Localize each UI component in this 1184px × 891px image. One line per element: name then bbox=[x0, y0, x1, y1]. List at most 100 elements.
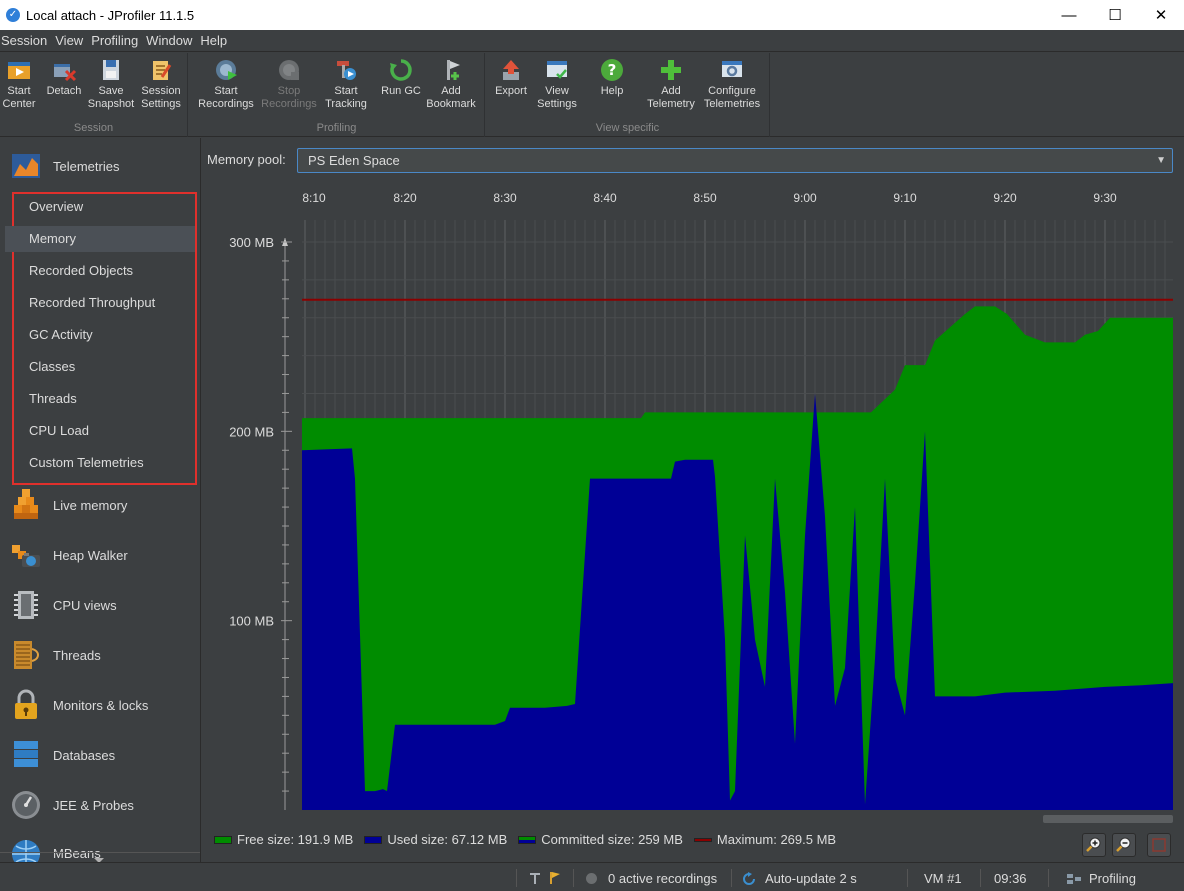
memory-telemetry-panel: Memory pool: PS Eden Space ▼ 100 MB 200 M… bbox=[202, 138, 1184, 862]
time-tick-label: 8:10 bbox=[302, 191, 326, 205]
monitors-locks-icon bbox=[15, 689, 37, 719]
subnav-overview[interactable]: Overview bbox=[16, 194, 195, 220]
session-settings-icon bbox=[153, 61, 172, 80]
telemetries-icon bbox=[12, 154, 40, 178]
subnav-custom-telemetries[interactable]: Custom Telemetries bbox=[16, 450, 195, 476]
group-label-view-specific: View specific bbox=[595, 122, 660, 134]
session-settings-button[interactable]: Session Settings bbox=[131, 55, 191, 111]
status-separator bbox=[573, 869, 574, 887]
status-separator bbox=[731, 869, 732, 887]
menu-help[interactable]: Help bbox=[198, 33, 233, 48]
cpu-views-icon bbox=[14, 591, 38, 619]
svg-text:?: ? bbox=[608, 61, 617, 79]
maximize-button[interactable]: ☐ bbox=[1092, 0, 1138, 30]
detach-icon bbox=[54, 64, 77, 82]
group-label-session: Session bbox=[73, 122, 114, 134]
heap-walker-icon bbox=[12, 545, 40, 567]
sidebar-item-threads[interactable]: Threads bbox=[0, 630, 200, 680]
time-tick-label: 8:20 bbox=[393, 191, 417, 205]
subnav-recorded-objects[interactable]: Recorded Objects bbox=[16, 258, 195, 284]
sidebar-item-heap-walker[interactable]: Heap Walker bbox=[0, 530, 200, 580]
sidebar-scroll-down[interactable] bbox=[0, 852, 200, 863]
legend-maximum: Maximum: 269.5 MB bbox=[693, 832, 836, 847]
clock-status: 09:36 bbox=[994, 871, 1027, 886]
stop-recordings-icon bbox=[279, 60, 299, 80]
help-button[interactable]: ? Help bbox=[582, 55, 642, 98]
title-bar: ✓ Local attach - JProfiler 11.1.5 — ☐ ✕ bbox=[0, 0, 1184, 30]
subnav-memory[interactable]: Memory bbox=[5, 226, 195, 252]
configure-telemetries-icon bbox=[722, 61, 742, 77]
add-bookmark-button[interactable]: Add Bookmark bbox=[421, 55, 481, 111]
legend-swatch-maximum bbox=[693, 837, 712, 842]
telemetries-subnav: Overview Memory Recorded Objects Recorde… bbox=[5, 192, 197, 485]
memory-chart[interactable]: 100 MB 200 MB 300 MB 8:10 8:20 8:30 8:40 8:50 9:… bbox=[202, 180, 1184, 830]
add-telemetry-button[interactable]: Add Telemetry bbox=[641, 55, 701, 111]
configure-telemetries-button[interactable]: Configure Telemetries bbox=[702, 55, 762, 111]
vm-status: VM #1 bbox=[924, 871, 962, 886]
start-tracking-icon bbox=[337, 61, 356, 80]
sidebar-item-jee-probes[interactable]: JEE & Probes bbox=[0, 780, 200, 830]
chart-legend: Free size: 191.9 MB Used size: 67.12 MB … bbox=[214, 832, 847, 847]
profiling-status: Profiling bbox=[1066, 871, 1136, 886]
start-tracking-button[interactable]: Start Tracking bbox=[316, 55, 376, 111]
stop-recordings-button[interactable]: Stop Recordings bbox=[259, 55, 319, 111]
menu-view[interactable]: View bbox=[53, 33, 89, 48]
time-tick-label: 8:40 bbox=[593, 191, 617, 205]
subnav-recorded-throughput[interactable]: Recorded Throughput bbox=[16, 290, 195, 316]
bookmark-tools[interactable] bbox=[528, 871, 562, 885]
subnav-gc-activity[interactable]: GC Activity bbox=[16, 322, 195, 348]
fit-zoom-icon bbox=[1152, 838, 1166, 852]
threads-icon bbox=[14, 641, 39, 669]
legend-swatch-used bbox=[364, 835, 383, 844]
subnav-threads[interactable]: Threads bbox=[16, 386, 195, 412]
sidebar-item-databases[interactable]: Databases bbox=[0, 730, 200, 780]
chart-horizontal-scrollbar[interactable] bbox=[1043, 815, 1173, 823]
view-settings-icon bbox=[547, 61, 567, 79]
subnav-cpu-load[interactable]: CPU Load bbox=[16, 418, 195, 444]
pin-flag-icon bbox=[530, 872, 560, 884]
recording-indicator-icon bbox=[586, 873, 597, 884]
start-recordings-icon bbox=[216, 60, 237, 80]
menu-session[interactable]: Session bbox=[0, 33, 53, 48]
toolbar: Start Center Detach Save Snapshot Sessio… bbox=[0, 53, 1184, 137]
zoom-out-button[interactable] bbox=[1112, 833, 1136, 857]
legend-free: Free size: 191.9 MB bbox=[214, 832, 353, 847]
sidebar-item-telemetries[interactable]: Telemetries bbox=[0, 141, 200, 191]
jee-probes-icon bbox=[12, 791, 40, 819]
start-center-icon bbox=[8, 62, 30, 79]
export-icon bbox=[503, 60, 519, 80]
sidebar-item-monitors-locks[interactable]: Monitors & locks bbox=[0, 680, 200, 730]
time-tick-label: 9:20 bbox=[993, 191, 1017, 205]
status-bar: 0 active recordings Auto-update 2 s VM #… bbox=[0, 862, 1184, 891]
menu-profiling[interactable]: Profiling bbox=[89, 33, 144, 48]
toolbar-group-session: Start Center Detach Save Snapshot Sessio… bbox=[0, 53, 188, 137]
status-separator bbox=[1048, 869, 1049, 887]
live-memory-icon bbox=[14, 489, 38, 519]
status-separator bbox=[516, 869, 517, 887]
fit-zoom-button[interactable] bbox=[1147, 833, 1171, 857]
jprofiler-app-icon: ✓ bbox=[6, 8, 20, 22]
status-separator bbox=[980, 869, 981, 887]
group-label-profiling: Profiling bbox=[316, 122, 357, 134]
start-recordings-button[interactable]: Start Recordings bbox=[196, 55, 256, 111]
sidebar: Telemetries Overview Memory Recorded Obj… bbox=[0, 138, 201, 863]
autoupdate-status[interactable]: Auto-update 2 s bbox=[741, 871, 857, 886]
status-separator bbox=[907, 869, 908, 887]
window-title: Local attach - JProfiler 11.1.5 bbox=[26, 7, 195, 23]
time-tick-label: 9:00 bbox=[793, 191, 817, 205]
zoom-in-button[interactable] bbox=[1082, 833, 1106, 857]
close-button[interactable]: ✕ bbox=[1138, 0, 1184, 30]
sidebar-item-live-memory[interactable]: Live memory bbox=[0, 480, 200, 530]
y-tick-label: 100 MB bbox=[229, 614, 274, 629]
save-snapshot-icon bbox=[103, 60, 119, 80]
run-gc-icon bbox=[390, 59, 412, 81]
sidebar-item-cpu-views[interactable]: CPU views bbox=[0, 580, 200, 630]
subnav-classes[interactable]: Classes bbox=[16, 354, 195, 380]
y-tick-label: 200 MB bbox=[229, 424, 274, 439]
minimize-button[interactable]: — bbox=[1046, 0, 1092, 30]
add-bookmark-icon bbox=[447, 60, 460, 80]
memory-pool-select[interactable]: PS Eden Space ▼ bbox=[297, 148, 1173, 173]
menu-window[interactable]: Window bbox=[144, 33, 198, 48]
view-settings-button[interactable]: View Settings bbox=[527, 55, 587, 111]
legend-swatch-committed bbox=[518, 835, 537, 844]
